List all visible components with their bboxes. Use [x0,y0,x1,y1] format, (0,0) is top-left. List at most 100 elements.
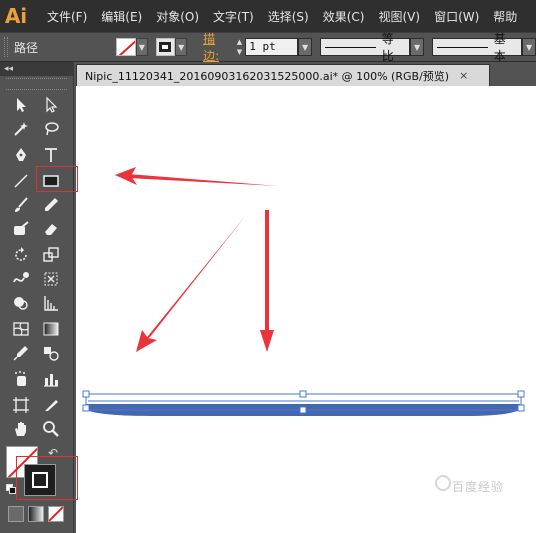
pen-tool-button[interactable] [10,144,32,166]
menu-edit[interactable]: 编辑(E) [94,8,149,25]
blob-brush-tool-icon [14,221,29,235]
menu-bar: Ai 文件(F) 编辑(E) 对象(O) 文字(T) 选择(S) 效果(C) 视… [0,0,536,32]
hand-tool-icon [15,422,26,436]
variable-width-profile-label: 等比 [381,32,394,63]
artboard-tool-icon [13,397,29,413]
eyedropper-tool-button[interactable] [10,342,32,364]
line-segment-tool-button[interactable] [10,170,32,192]
menu-window[interactable]: 窗口(W) [427,8,486,25]
perspective-grid-tool-icon [44,296,58,311]
brush-definition-select[interactable]: 基本 [431,32,523,63]
tools-panel-grip[interactable] [6,78,67,90]
hand-tool-button[interactable] [10,418,32,440]
selection-type-label: 路径 [13,40,38,55]
lasso-tool-icon [45,122,59,136]
column-graph-tool-button[interactable] [40,368,62,390]
free-transform-tool-button[interactable] [40,268,62,290]
warp-tool-button[interactable] [10,268,32,290]
brush-definition-label: 基本 [493,32,506,63]
menu-object[interactable]: 对象(O) [149,8,206,25]
rectangle-tool-highlight [36,166,78,192]
profile-line-preview [324,46,376,48]
magic-wand-tool-icon [14,122,28,136]
scale-tool-button[interactable] [40,244,62,266]
chevron-up-icon[interactable]: ▲ [237,38,242,46]
stroke-weight-stepper[interactable]: ▲ ▼ [234,38,246,56]
stroke-swatch[interactable] [155,38,176,56]
eraser-tool-icon [45,224,57,235]
app-logo: Ai [4,4,28,28]
stroke-weight-dropdown[interactable]: ▼ [298,38,312,56]
rotate-tool-button[interactable] [10,244,32,266]
blend-tool-button[interactable] [40,342,62,364]
default-fill-stroke-icon[interactable] [6,484,16,494]
direct-selection-tool-button[interactable] [40,94,62,116]
paintbrush-tool-icon [15,197,28,212]
menu-select[interactable]: 选择(S) [261,8,316,25]
artboard-tool-button[interactable] [10,394,32,416]
menu-view[interactable]: 视图(V) [371,8,427,25]
chevron-down-icon: ▼ [138,42,145,52]
watermark-icon [435,475,451,491]
fill-swatch[interactable] [116,38,136,56]
lasso-tool-button[interactable] [40,118,62,140]
slice-tool-icon [45,400,58,411]
blob-brush-tool-button[interactable] [10,218,32,240]
gradient-tool-icon [43,322,59,336]
eraser-tool-button[interactable] [40,218,62,240]
column-graph-tool-icon [44,374,58,387]
artboard-canvas[interactable] [76,86,536,533]
illustrator-window: Ai 文件(F) 编辑(E) 对象(O) 文字(T) 选择(S) 效果(C) 视… [0,0,536,533]
color-mode-row [8,506,64,522]
slice-tool-button[interactable] [40,394,62,416]
close-icon[interactable]: × [459,69,468,82]
zoom-tool-icon [43,421,59,437]
warp-tool-icon [13,272,29,283]
stroke-swatch-icon [159,42,172,52]
gradient-tool-button[interactable] [40,318,62,340]
menu-effect[interactable]: 效果(C) [316,8,372,25]
chevron-down-icon[interactable]: ▼ [237,48,242,56]
zoom-tool-button[interactable] [40,418,62,440]
selection-tool-icon [17,98,26,112]
mesh-tool-icon [13,322,29,336]
color-mode-button[interactable] [8,506,24,522]
menu-file[interactable]: 文件(F) [40,8,94,25]
chevron-down-icon: ▼ [178,42,185,52]
fill-dropdown-button[interactable]: ▼ [135,38,148,56]
selection-tool-button[interactable] [10,94,32,116]
variable-width-profile-select[interactable]: 等比 [319,32,411,63]
control-bar: 路径 ▼ ▼ 描边: ▲ ▼ 1 pt ▼ 等比 ▼ 基本 ▼ [0,30,536,64]
symbol-sprayer-tool-button[interactable] [10,368,32,390]
menu-help[interactable]: 帮助 [486,8,524,25]
chevron-down-icon: ▼ [526,42,533,52]
blend-tool-icon [44,347,59,361]
free-transform-tool-icon [44,272,58,286]
none-icon [49,507,63,521]
pen-tool-icon [16,148,26,161]
shape-builder-tool-button[interactable] [10,292,32,314]
stroke-weight-input[interactable]: 1 pt [245,38,299,56]
pencil-tool-button[interactable] [40,194,62,216]
menu-type[interactable]: 文字(T) [206,8,261,25]
profile-dropdown[interactable]: ▼ [410,38,424,56]
gradient-mode-button[interactable] [28,506,44,522]
magic-wand-tool-button[interactable] [10,118,32,140]
type-tool-icon [45,148,57,162]
document-title: Nipic_11120341_20160903162031525000.ai* … [85,69,450,83]
scale-tool-icon [43,247,59,262]
mesh-tool-button[interactable] [10,318,32,340]
none-mode-button[interactable] [48,506,64,522]
shape-builder-tool-icon [14,297,28,310]
perspective-grid-tool-button[interactable] [40,292,62,314]
document-tab[interactable]: Nipic_11120341_20160903162031525000.ai* … [76,64,490,86]
brush-dropdown[interactable]: ▼ [522,38,536,56]
stroke-dropdown-button[interactable]: ▼ [175,38,188,56]
type-tool-button[interactable] [40,144,62,166]
stroke-panel-link[interactable]: 描边: [203,30,230,64]
control-bar-grip[interactable] [4,37,8,57]
paintbrush-tool-button[interactable] [10,194,32,216]
tools-collapse-button[interactable]: ◂◂ [0,62,73,76]
pencil-tool-icon [45,198,58,211]
eyedropper-tool-icon [13,346,28,361]
